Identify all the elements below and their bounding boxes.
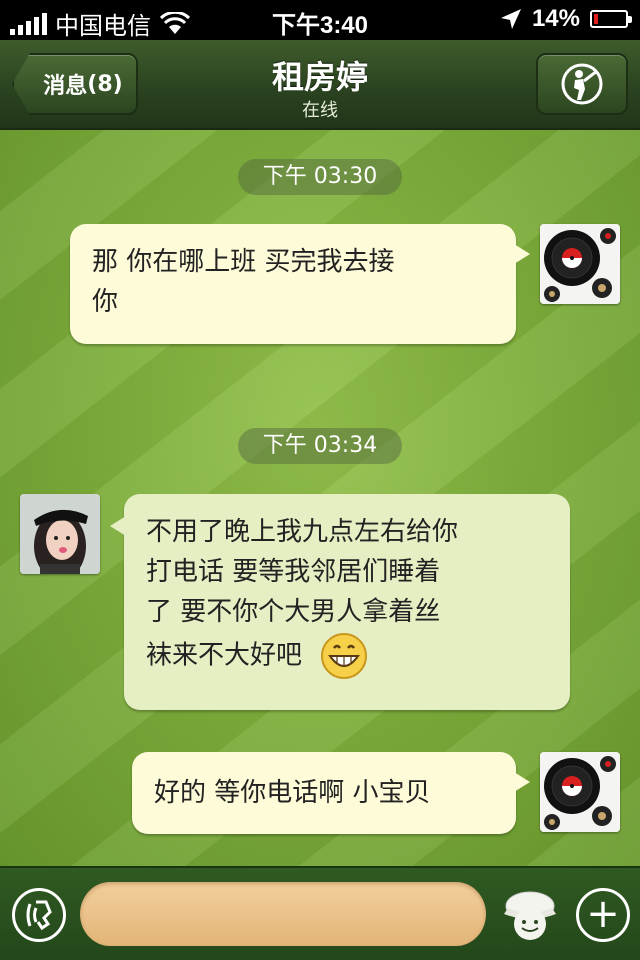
voice-icon [26,900,52,931]
message-line: 打电话 要等我邻居们睡着 [146,557,441,587]
vinyl-record-avatar[interactable] [540,224,620,304]
timestamp-pill: 下午 03:30 [238,159,402,195]
message-line: 那 你在哪上班 买完我去接 [92,247,395,277]
message-line: 好的 等你电话啊 小宝贝 [154,778,431,808]
status-bar: 中国电信 下午3:40 14% [0,0,640,40]
message-line: 你 [92,287,119,317]
status-right: 14% [500,5,632,33]
contact-photo-avatar[interactable] [20,494,100,574]
nav-bar: 消息 (8) 租房婷 在线 [0,40,640,130]
message-line: 了 要不你个大男人拿着丝 [146,597,441,627]
battery-icon [590,10,632,28]
location-arrow-icon [500,9,521,29]
message-bubble-sent[interactable]: 好的 等你电话啊 小宝贝 [132,752,530,834]
message-line: 不用了晚上我九点左右给你 [146,517,459,547]
voice-button[interactable] [12,888,66,942]
chat-area[interactable]: 下午 03:30 那 你在哪上班 买完我去接 你 下午 03:34 不用了晚上我… [0,130,640,866]
message-line: 袜来不大好吧 [146,640,303,671]
timestamp-pill: 下午 03:34 [238,428,402,464]
message-input[interactable] [80,882,486,946]
vinyl-record-avatar[interactable] [540,752,620,832]
battery-level [594,14,598,24]
profile-button[interactable] [536,53,628,115]
grin-emoji-icon [321,633,368,679]
message-line-last: 袜来不大好吧 [146,632,548,680]
battery-percent: 14% [531,5,580,32]
input-bar: + [0,866,640,960]
emoji-button[interactable] [500,886,560,944]
golfer-icon [561,63,603,105]
plus-icon[interactable]: + [576,888,630,942]
message-bubble-received[interactable]: 不用了晚上我九点左右给你 打电话 要等我邻居们睡着 了 要不你个大男人拿着丝 袜… [110,494,570,710]
message-bubble-sent[interactable]: 那 你在哪上班 买完我去接 你 [70,224,530,344]
emoji-cap-icon [504,891,556,940]
